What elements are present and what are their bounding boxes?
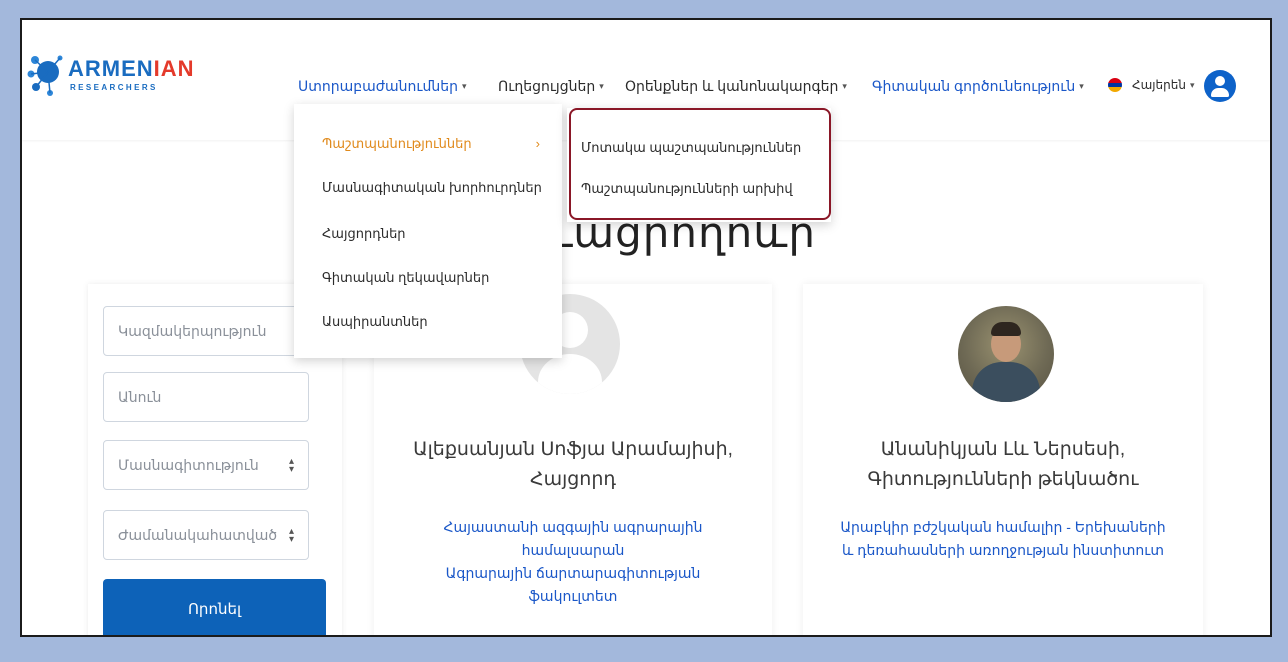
chevron-down-icon: ▾ <box>1079 81 1084 91</box>
researcher-name: Ալեքսանյան Սոֆյա Արամայիսի, <box>413 439 733 460</box>
submenu-item-upcoming-defenses[interactable]: Մոտակա պաշտպանություններ <box>581 140 801 156</box>
user-account-icon[interactable] <box>1204 70 1236 102</box>
dropdown-item-applicants[interactable]: Հայցորդներ <box>294 226 562 242</box>
nav-item-scientific-activity[interactable]: Գիտական գործունեություն ▾ <box>872 78 1084 95</box>
submenu-highlight <box>569 108 831 220</box>
researcher-role: Հայցորդ <box>530 469 616 490</box>
dropdown-item-postgraduates[interactable]: Ասպիրանտներ <box>294 314 562 330</box>
select-arrows-icon: ▴ ▾ <box>288 456 294 475</box>
browser-viewport: ARMENIAN RESEARCHERS Ստորաբաժանումներ ▾ Ո… <box>20 18 1272 637</box>
chevron-down-icon: ▾ <box>461 81 467 91</box>
researcher-role: Գիտությունների թեկնածու <box>867 469 1139 490</box>
researcher-affiliation[interactable]: Արաբկիր բժշկական համալիր - Երեխաների և դ… <box>823 516 1183 562</box>
researcher-affiliation[interactable]: Հայաստանի ազգային ագրարային համալսարան Ա… <box>394 516 752 608</box>
logo-subtitle: RESEARCHERS <box>70 83 158 92</box>
armenian-flag-icon <box>1108 78 1122 92</box>
logo-network-icon <box>27 55 63 96</box>
chevron-down-icon: ▾ <box>1189 79 1195 90</box>
dropdown-item-supervisors[interactable]: Գիտական ղեկավարներ <box>294 270 562 286</box>
dropdown-item-councils[interactable]: Մասնագիտական խորհուրդներ <box>294 180 562 196</box>
chevron-right-icon: › <box>535 136 540 151</box>
site-logo[interactable]: ARMENIAN RESEARCHERS <box>26 50 194 108</box>
nav-item-guides[interactable]: Ուղեցույցներ ▾ <box>498 78 604 95</box>
name-input[interactable]: Անուն <box>103 372 309 422</box>
nav-item-departments[interactable]: Ստորաբաժանումներ ▾ <box>298 78 466 95</box>
nav-item-laws[interactable]: Օրենքներ և կանոնակարգեր ▾ <box>625 78 847 95</box>
researcher-name: Անանիկյան Լև Ներսեսի, <box>880 439 1126 460</box>
period-select[interactable]: Ժամանակահատված ▴ ▾ <box>103 510 309 560</box>
search-button[interactable]: Որոնել <box>103 579 326 635</box>
specialty-select[interactable]: Մասնագիտություն ▴ ▾ <box>103 440 309 490</box>
select-arrows-icon: ▴ ▾ <box>288 526 294 545</box>
logo-wordmark: ARMENIAN <box>68 56 195 81</box>
defenses-submenu: Մոտակա պաշտպանություններ Պաշտպանությունն… <box>567 108 831 222</box>
dropdown-item-defenses[interactable]: Պաշտպանություններ › <box>294 136 562 152</box>
researcher-photo <box>958 306 1054 402</box>
language-selector[interactable]: Հայերեն ▾ <box>1108 78 1195 92</box>
departments-dropdown: Պաշտպանություններ › Մասնագիտական խորհուր… <box>294 104 562 358</box>
submenu-item-defenses-archive[interactable]: Պաշտպանությունների արխիվ <box>581 181 793 197</box>
researcher-card[interactable]: Անանիկյան Լև Ներսեսի, Գիտությունների թեկ… <box>803 284 1203 635</box>
organization-input[interactable]: Կազմակերպություն <box>103 306 309 356</box>
chevron-down-icon: ▾ <box>599 81 604 91</box>
chevron-down-icon: ▾ <box>842 81 847 91</box>
